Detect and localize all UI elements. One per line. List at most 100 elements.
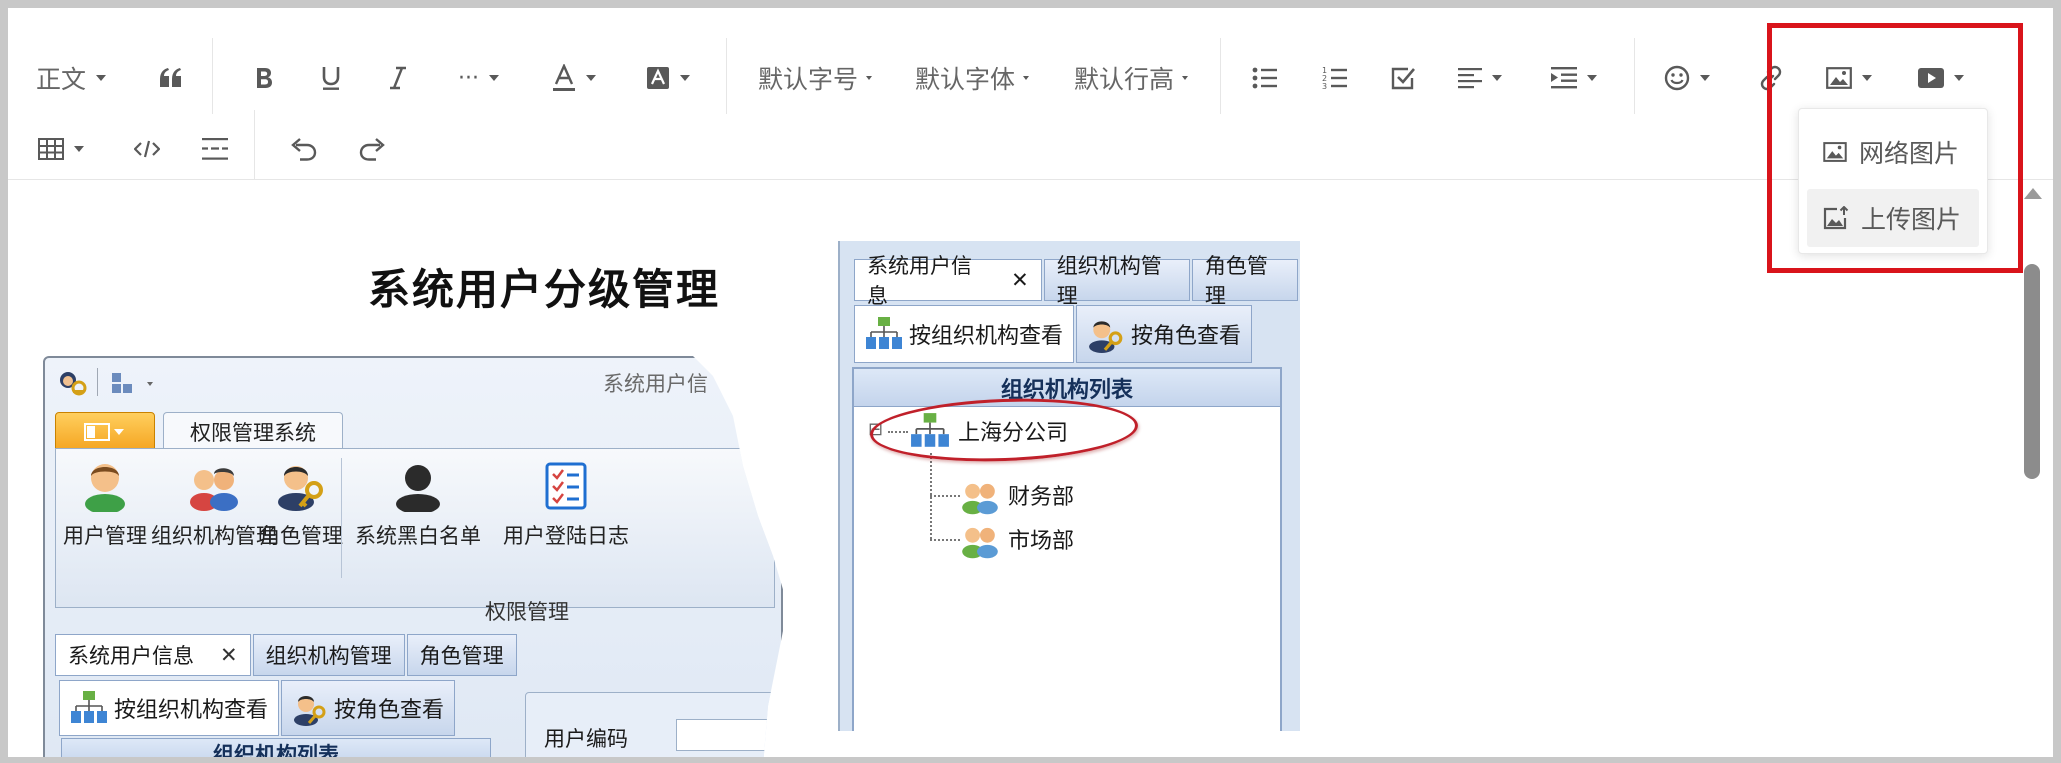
ribbon-button-label: 系统黑白名单 <box>355 524 481 548</box>
font-color-icon <box>553 64 575 91</box>
chevron-down-icon <box>1182 76 1189 80</box>
tab-org-manage[interactable]: 组织机构管理 <box>1043 254 1190 308</box>
close-icon[interactable]: ✕ <box>1011 268 1029 292</box>
emoji-icon <box>1664 65 1690 91</box>
code-icon <box>134 140 160 158</box>
align-button[interactable] <box>1458 54 1502 102</box>
tab-by-role[interactable]: 按角色查看 <box>1076 305 1253 363</box>
tab-by-org[interactable]: 按组织机构查看 <box>59 680 280 736</box>
underline-button[interactable] <box>320 54 342 102</box>
line-height-label: 默认行高 <box>1074 65 1175 94</box>
svg-text:3: 3 <box>1322 82 1327 91</box>
tab-label: 组织机构管理 <box>265 644 392 668</box>
font-size-select[interactable]: 默认字号 <box>758 54 873 102</box>
close-icon[interactable]: ✕ <box>220 643 238 667</box>
chevron-down-icon <box>1862 75 1872 81</box>
tab-by-role[interactable]: 按角色查看 <box>281 680 456 736</box>
chevron-down-icon <box>1954 75 1964 81</box>
role-key-icon <box>294 696 326 726</box>
tab-org-manage[interactable]: 组织机构管理 <box>252 634 405 676</box>
more-styles-button[interactable]: ··· <box>458 54 499 102</box>
bg-color-icon <box>647 67 669 89</box>
window-title: 系统用户信 <box>603 372 708 396</box>
role-key-icon <box>1089 321 1123 353</box>
chevron-down-icon <box>1587 75 1597 81</box>
left-screenshot-image: 系统用户信 权限管理系统 用户管理 组织机构管理 角色管理 系统黑白名单 用户登… <box>43 356 783 757</box>
tab-user-info[interactable]: 系统用户信息 ✕ <box>55 634 251 676</box>
tree-node-label: 市场部 <box>1008 529 1075 554</box>
user-manage-button[interactable]: 用户管理 <box>63 458 147 550</box>
align-icon <box>1458 68 1482 89</box>
login-log-button[interactable]: 用户登陆日志 <box>503 458 629 550</box>
role-manage-button[interactable]: 角色管理 <box>259 458 343 550</box>
blacklist-button[interactable]: 系统黑白名单 <box>355 458 481 550</box>
quote-button[interactable] <box>158 54 184 102</box>
toolbar-divider <box>726 38 727 114</box>
tree-connector <box>930 495 960 497</box>
group-icon <box>190 468 238 511</box>
font-family-label: 默认字体 <box>915 65 1016 94</box>
org-tree-icon <box>866 317 902 349</box>
tab-label: 按组织机构查看 <box>909 324 1064 349</box>
table-button[interactable] <box>38 125 84 173</box>
ribbon-tab-permission[interactable]: 权限管理系统 <box>163 412 343 450</box>
redo-button[interactable] <box>358 125 386 173</box>
tab-label: 按角色查看 <box>334 698 445 723</box>
tree-node-child[interactable]: 市场部 <box>960 519 1074 559</box>
user-code-label: 用户编码 <box>544 727 628 751</box>
paragraph-style-select[interactable]: 正文 <box>36 54 107 102</box>
chevron-down-icon <box>488 75 499 81</box>
main-tabs: 系统用户信息 ✕ 组织机构管理 角色管理 <box>854 254 1300 308</box>
numbered-list-button[interactable]: 123 <box>1322 54 1348 102</box>
menu-icon <box>84 423 124 441</box>
chevron-down-icon <box>74 146 84 152</box>
font-family-select[interactable]: 默认字体 <box>915 54 1030 102</box>
scrollbar-thumb[interactable] <box>2024 264 2040 479</box>
video-icon <box>1918 68 1944 88</box>
link-button[interactable] <box>1758 54 1784 102</box>
video-button[interactable] <box>1918 54 1964 102</box>
tab-label: 按角色查看 <box>1131 324 1242 349</box>
line-height-select[interactable]: 默认行高 <box>1074 54 1189 102</box>
background-color-button[interactable] <box>646 54 690 102</box>
main-tabs: 系统用户信息 ✕ 组织机构管理 角色管理 <box>55 634 519 676</box>
redo-icon <box>359 138 385 161</box>
app-menu-button[interactable] <box>55 412 155 450</box>
document-title: 系统用户分级管理 <box>368 265 721 314</box>
tab-by-org[interactable]: 按组织机构查看 <box>854 305 1075 363</box>
ribbon-button-label: 用户管理 <box>63 524 147 548</box>
toolbar-divider <box>254 110 255 180</box>
bold-icon <box>257 68 272 88</box>
font-color-button[interactable] <box>552 54 596 102</box>
todo-button[interactable] <box>1390 54 1416 102</box>
bulleted-list-button[interactable] <box>1252 54 1278 102</box>
toolbar-divider <box>1634 38 1635 114</box>
link-icon <box>1760 65 1782 91</box>
tree-node-child[interactable]: 财务部 <box>960 475 1074 515</box>
indent-button[interactable] <box>1551 54 1597 102</box>
italic-button[interactable] <box>388 54 408 102</box>
code-button[interactable] <box>134 125 160 173</box>
image-button[interactable] <box>1826 54 1872 102</box>
tab-label: 组织机构管理 <box>1056 254 1162 308</box>
undo-button[interactable] <box>290 125 318 173</box>
emoji-button[interactable] <box>1664 54 1710 102</box>
bold-button[interactable] <box>254 54 274 102</box>
scroll-up-arrow[interactable] <box>2024 188 2042 199</box>
divider-button[interactable] <box>202 125 228 173</box>
tab-user-info[interactable]: 系统用户信息 ✕ <box>854 254 1042 308</box>
quote-icon <box>160 68 181 87</box>
user-code-input[interactable] <box>676 719 783 751</box>
right-screenshot-image: 系统用户信息 ✕ 组织机构管理 角色管理 按组织机构查看 按角色查看 组织机构列表… <box>838 241 1300 731</box>
menu-item-network-image[interactable]: 网络图片 <box>1807 123 1979 181</box>
tab-role-manage[interactable]: 角色管理 <box>406 634 517 676</box>
indent-icon <box>1551 67 1577 89</box>
numbered-list-icon: 123 <box>1322 66 1347 91</box>
tree-node-label: 财务部 <box>1008 485 1075 510</box>
view-tabs: 按组织机构查看 按角色查看 <box>854 305 1254 363</box>
chevron-down-icon <box>680 75 690 81</box>
tab-role-manage[interactable]: 角色管理 <box>1191 254 1298 308</box>
chevron-down-icon <box>96 75 107 81</box>
user-form-panel: 用户编码 <box>525 692 783 757</box>
menu-item-upload-image[interactable]: 上传图片 <box>1807 189 1979 247</box>
